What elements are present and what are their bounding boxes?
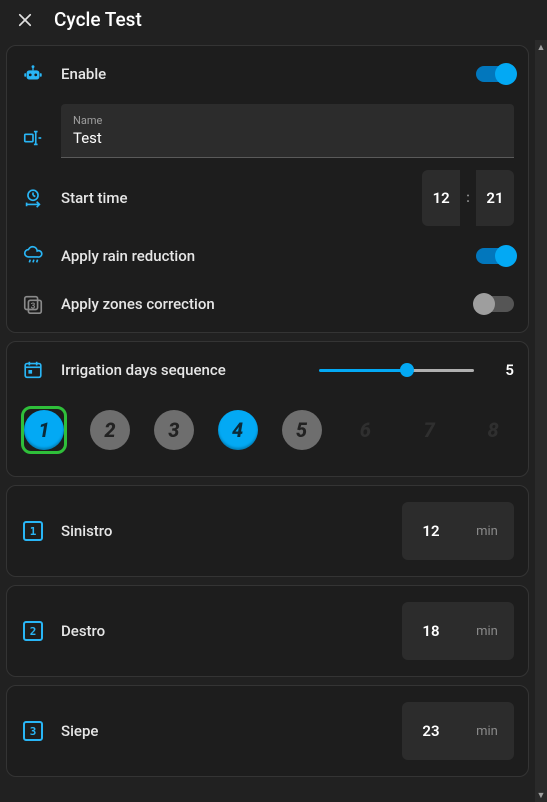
zone-card-3: 3 Siepe 23min [6,685,529,777]
sequence-label: Irrigation days sequence [61,361,303,379]
rename-icon [22,127,44,149]
name-input[interactable]: Name Test [61,104,514,158]
rain-icon [22,245,44,267]
row-sequence: Irrigation days sequence 5 [7,346,528,394]
header: Cycle Test [0,0,535,45]
name-field-value: Test [73,129,502,147]
enable-toggle[interactable] [476,66,514,82]
rain-label: Apply rain reduction [61,247,460,265]
row-enable: Enable [7,50,528,98]
zones-correction-icon: 3 [22,293,44,315]
svg-text:3: 3 [31,302,36,312]
sequence-slider[interactable] [319,360,474,380]
start-time-icon [22,187,44,209]
day-chips: 12345678 [7,394,528,472]
day-chip-3[interactable]: 3 [154,410,194,450]
zone-index-icon: 2 [23,621,43,641]
zone-row-1: 1 Sinistro 12min [7,490,528,572]
zone-duration-value: 12 [402,522,460,540]
day-chip-wrap-4: 4 [217,406,259,454]
day-chip-1[interactable]: 1 [24,410,64,450]
day-chip-7[interactable]: 7 [409,410,449,450]
zone-name: Siepe [61,722,386,740]
zone-duration-unit: min [460,524,514,539]
day-chip-5[interactable]: 5 [282,410,322,450]
zones-correction-toggle[interactable] [476,296,514,312]
zone-duration-unit: min [460,624,514,639]
day-chip-wrap-1: 1 [21,406,67,454]
sequence-card: Irrigation days sequence 5 12345678 [6,341,529,477]
zone-name: Sinistro [61,522,386,540]
day-chip-wrap-8: 8 [472,406,514,454]
start-time-hour[interactable]: 12 [422,170,460,226]
name-field-label: Name [73,114,502,127]
zone-row-2: 2 Destro 18min [7,590,528,672]
zone-duration-input[interactable]: 18min [402,602,514,660]
sequence-value: 5 [490,361,514,379]
day-chip-wrap-6: 6 [344,406,386,454]
zone-name: Destro [61,622,386,640]
calendar-icon [22,359,44,381]
zones-correction-label: Apply zones correction [61,295,460,313]
start-time-minute[interactable]: 21 [476,170,514,226]
close-icon [16,11,34,29]
page-title: Cycle Test [54,8,142,31]
scrollbar-up-arrow[interactable]: ▲ [535,40,547,54]
day-chip-wrap-5: 5 [281,406,323,454]
zone-index-icon: 3 [23,721,43,741]
zone-index-icon: 1 [23,521,43,541]
row-name: Name Test [7,98,528,164]
start-time-picker[interactable]: 12 : 21 [422,170,514,226]
scrollbar[interactable]: ▲ ▼ [535,40,547,802]
scrollbar-down-arrow[interactable]: ▼ [535,788,547,802]
day-chip-2[interactable]: 2 [90,410,130,450]
zone-duration-value: 18 [402,622,460,640]
rain-toggle[interactable] [476,248,514,264]
zone-row-3: 3 Siepe 23min [7,690,528,772]
day-chip-8[interactable]: 8 [473,410,513,450]
day-chip-4[interactable]: 4 [218,410,258,450]
zone-card-1: 1 Sinistro 12min [6,485,529,577]
zone-duration-input[interactable]: 12min [402,502,514,560]
start-time-label: Start time [61,189,406,207]
enable-label: Enable [61,65,460,83]
day-chip-wrap-2: 2 [89,406,131,454]
zone-card-2: 2 Destro 18min [6,585,529,677]
robot-icon [22,63,44,85]
day-chip-6[interactable]: 6 [345,410,385,450]
close-button[interactable] [14,9,36,31]
day-chip-wrap-3: 3 [153,406,195,454]
zone-duration-unit: min [460,724,514,739]
settings-card: Enable [6,45,529,333]
zone-duration-value: 23 [402,722,460,740]
row-zones-correction: 3 Apply zones correction [7,280,528,328]
zone-duration-input[interactable]: 23min [402,702,514,760]
row-start-time: Start time 12 : 21 [7,164,528,232]
row-rain: Apply rain reduction [7,232,528,280]
time-colon: : [466,190,470,206]
day-chip-wrap-7: 7 [408,406,450,454]
